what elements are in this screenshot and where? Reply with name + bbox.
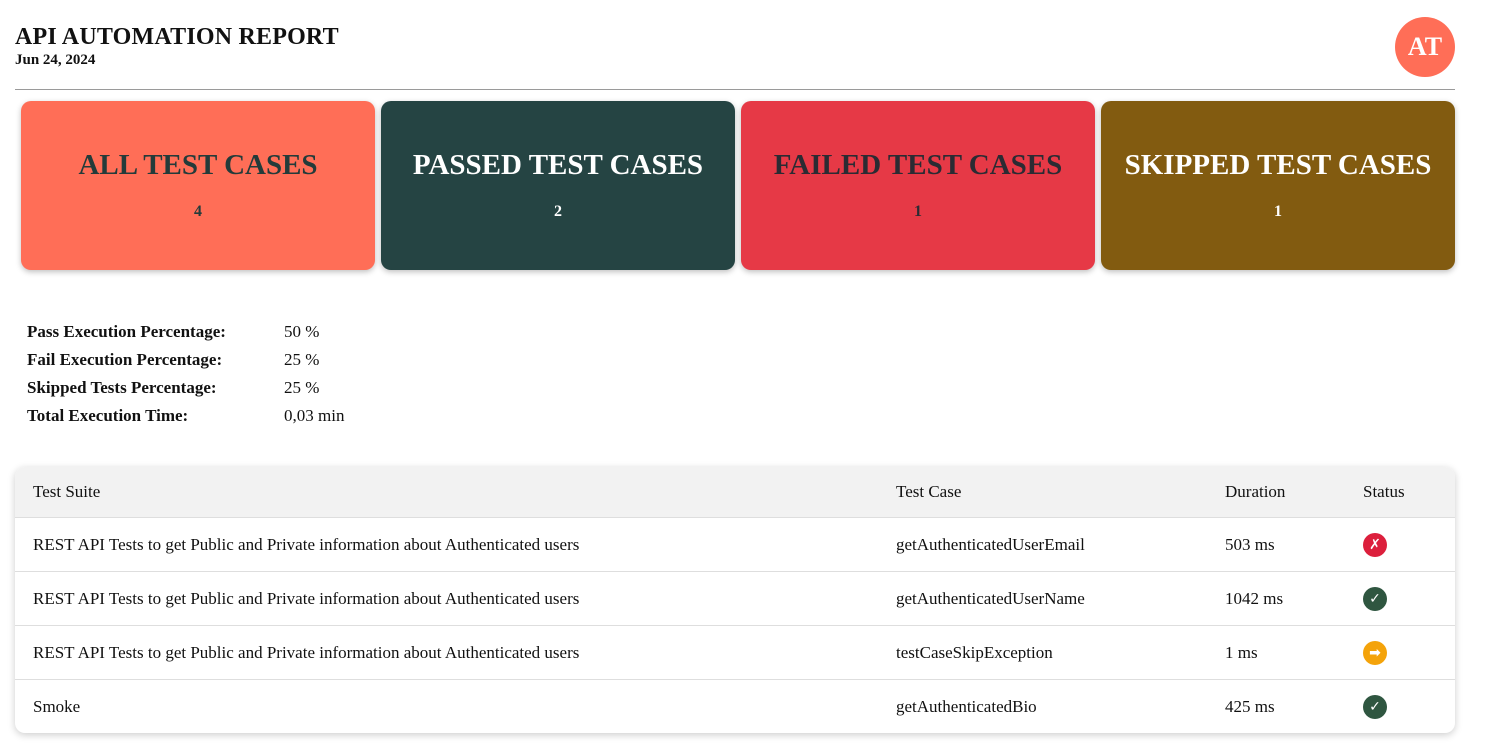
avatar[interactable]: AT — [1395, 17, 1455, 77]
cell-suite: REST API Tests to get Public and Private… — [15, 625, 878, 680]
card-title: SKIPPED TEST CASES — [1124, 149, 1432, 181]
cell-case: getAuthenticatedBio — [878, 679, 1207, 733]
stat-label: Pass Execution Percentage: — [27, 322, 226, 341]
execution-stats: Pass Execution Percentage: 50 % Fail Exe… — [27, 318, 344, 430]
table-row[interactable]: REST API Tests to get Public and Private… — [15, 571, 1455, 626]
cell-status: ✓ — [1345, 571, 1455, 626]
stat-label: Fail Execution Percentage: — [27, 350, 223, 369]
stat-label: Total Execution Time: — [27, 406, 189, 425]
card-skipped-test-cases[interactable]: SKIPPED TEST CASES 1 — [1101, 101, 1455, 270]
card-title: ALL TEST CASES — [78, 149, 318, 181]
cell-duration: 1042 ms — [1207, 571, 1345, 626]
report-header: API AUTOMATION REPORT Jun 24, 2024 — [15, 22, 339, 68]
report-date: Jun 24, 2024 — [15, 52, 96, 68]
header-duration[interactable]: Duration — [1207, 467, 1345, 518]
stat-value: 25 % — [284, 378, 320, 397]
table-row[interactable]: REST API Tests to get Public and Private… — [15, 625, 1455, 680]
stat-total-time: Total Execution Time: 0,03 min — [27, 402, 344, 430]
card-failed-test-cases[interactable]: FAILED TEST CASES 1 — [741, 101, 1095, 270]
cell-suite: REST API Tests to get Public and Private… — [15, 517, 878, 572]
stat-label: Skipped Tests Percentage: — [27, 378, 217, 397]
card-title: PASSED TEST CASES — [412, 149, 704, 181]
header-divider — [15, 89, 1455, 90]
table-row[interactable]: REST API Tests to get Public and Private… — [15, 517, 1455, 572]
card-count: 1 — [1274, 203, 1282, 220]
stat-fail-percentage: Fail Execution Percentage: 25 % — [27, 346, 344, 374]
cell-duration: 1 ms — [1207, 625, 1345, 680]
card-passed-test-cases[interactable]: PASSED TEST CASES 2 — [381, 101, 735, 270]
check-mark-icon: ✓ — [1363, 694, 1387, 719]
table-header-row: Test Suite Test Case Duration Status — [15, 467, 1455, 518]
card-title: FAILED TEST CASES — [773, 149, 1063, 181]
card-count: 1 — [914, 203, 922, 220]
arrow-right-icon: ➡ — [1363, 640, 1387, 665]
cell-status: ✗ — [1345, 517, 1455, 572]
x-mark-icon: ✗ — [1363, 532, 1387, 557]
cell-case: testCaseSkipException — [878, 625, 1207, 680]
header-status[interactable]: Status — [1345, 467, 1455, 518]
header-test-suite[interactable]: Test Suite — [15, 467, 878, 518]
cell-duration: 503 ms — [1207, 517, 1345, 572]
stat-skipped-percentage: Skipped Tests Percentage: 25 % — [27, 374, 344, 402]
stat-value: 25 % — [284, 350, 320, 369]
cell-status: ➡ — [1345, 625, 1455, 680]
results-table: Test Suite Test Case Duration Status RES… — [15, 467, 1455, 733]
cell-case: getAuthenticatedUserEmail — [878, 517, 1207, 572]
stat-value: 0,03 min — [284, 406, 345, 425]
card-count: 4 — [194, 203, 202, 220]
cell-duration: 425 ms — [1207, 679, 1345, 733]
cell-suite: Smoke — [15, 679, 878, 733]
stat-pass-percentage: Pass Execution Percentage: 50 % — [27, 318, 344, 346]
cell-status: ✓ — [1345, 679, 1455, 733]
card-count: 2 — [554, 203, 562, 220]
check-mark-icon: ✓ — [1363, 586, 1387, 611]
card-all-test-cases[interactable]: ALL TEST CASES 4 — [21, 101, 375, 270]
stat-value: 50 % — [284, 322, 320, 341]
table-row[interactable]: Smoke getAuthenticatedBio 425 ms ✓ — [15, 679, 1455, 733]
report-title: API AUTOMATION REPORT — [15, 24, 339, 50]
header-test-case[interactable]: Test Case — [878, 467, 1207, 518]
summary-cards: ALL TEST CASES 4 PASSED TEST CASES 2 FAI… — [21, 101, 1455, 270]
cell-case: getAuthenticatedUserName — [878, 571, 1207, 626]
cell-suite: REST API Tests to get Public and Private… — [15, 571, 878, 626]
